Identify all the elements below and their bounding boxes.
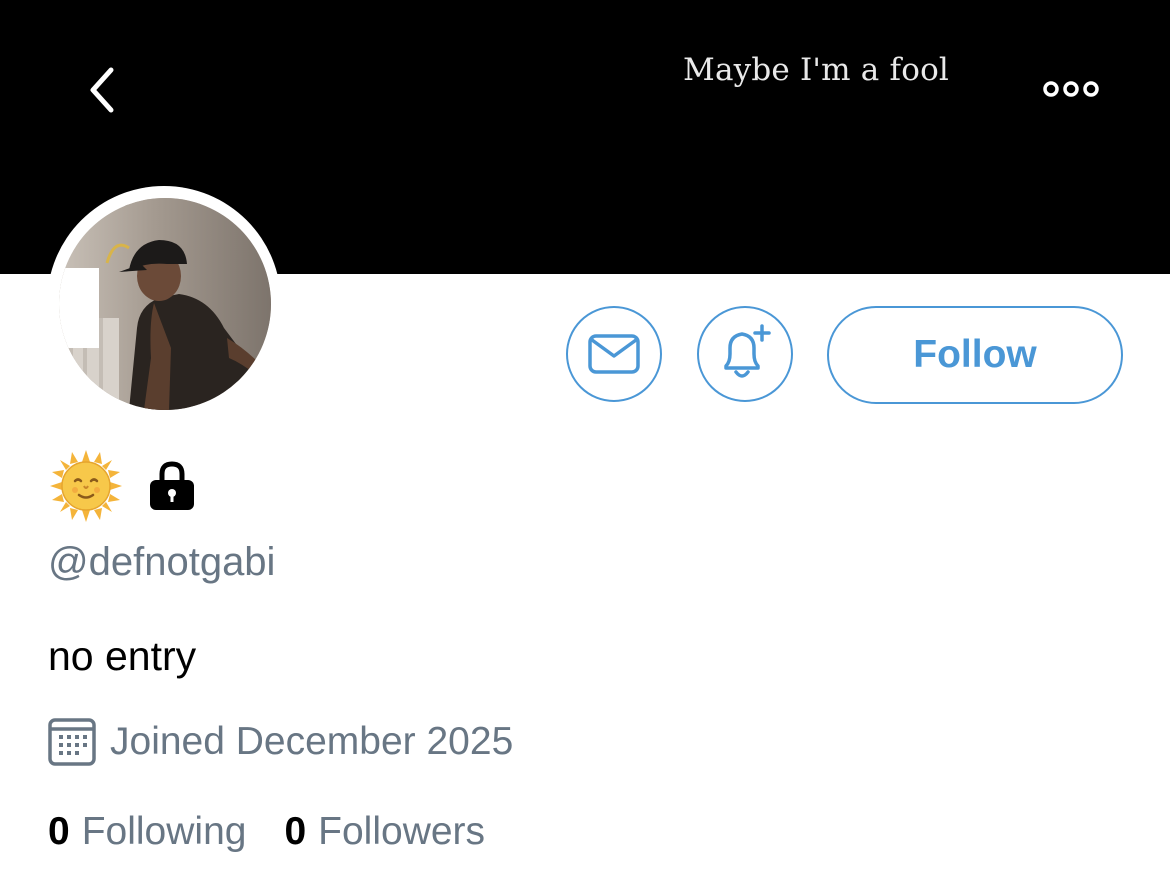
message-button[interactable] — [566, 306, 662, 402]
back-button[interactable] — [72, 60, 132, 120]
followers-count: 0 — [284, 810, 307, 853]
sun-with-face-icon — [50, 450, 122, 522]
profile-page: Maybe I'm a fool Follow @defnotgabi no e… — [0, 0, 1170, 896]
avatar[interactable] — [59, 198, 271, 410]
follow-stats: 0 Following 0 Followers — [48, 810, 485, 854]
banner-title: Maybe I'm a fool — [683, 52, 950, 88]
envelope-icon — [588, 334, 640, 374]
notifications-button[interactable] — [697, 306, 793, 402]
profile-bio: no entry — [48, 633, 197, 679]
joined-date: Joined December 2025 — [48, 716, 513, 768]
profile-handle: @defnotgabi — [48, 540, 276, 584]
followers-link[interactable]: 0 Followers — [284, 810, 485, 854]
following-count: 0 — [48, 810, 70, 853]
following-label: Following — [81, 810, 247, 853]
more-button[interactable] — [1036, 72, 1106, 106]
avatar-photo — [59, 198, 271, 410]
bell-plus-icon — [724, 324, 771, 378]
more-dots-icon — [1043, 81, 1099, 97]
calendar-icon — [48, 718, 96, 766]
display-name — [48, 448, 198, 524]
following-link[interactable]: 0 Following — [48, 810, 246, 854]
joined-text: Joined December 2025 — [110, 720, 514, 763]
follow-button[interactable]: Follow — [827, 306, 1123, 404]
chevron-left-icon — [90, 67, 114, 113]
followers-label: Followers — [318, 810, 486, 853]
lock-icon — [150, 461, 194, 510]
